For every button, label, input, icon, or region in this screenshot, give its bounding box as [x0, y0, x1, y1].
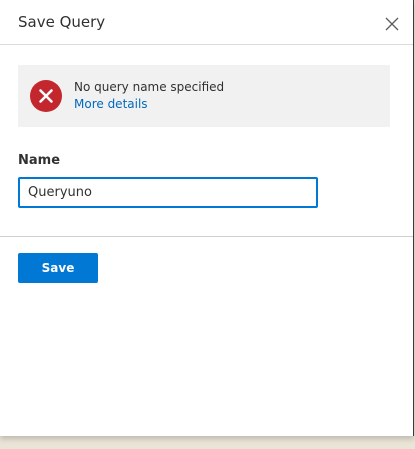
save-button[interactable]: Save — [18, 253, 98, 283]
close-icon[interactable] — [383, 15, 401, 33]
error-circle-icon — [30, 80, 62, 112]
query-name-input[interactable] — [18, 177, 318, 208]
footer-divider — [0, 236, 413, 237]
error-message-bar: No query name specified More details — [18, 65, 390, 127]
save-query-dialog: Save Query No query name specified More … — [0, 0, 414, 436]
error-message-text: No query name specified — [74, 80, 225, 94]
dialog-header: Save Query — [0, 0, 413, 45]
name-field-label: Name — [18, 153, 61, 168]
more-details-link[interactable]: More details — [74, 97, 148, 111]
dialog-title: Save Query — [18, 13, 106, 31]
